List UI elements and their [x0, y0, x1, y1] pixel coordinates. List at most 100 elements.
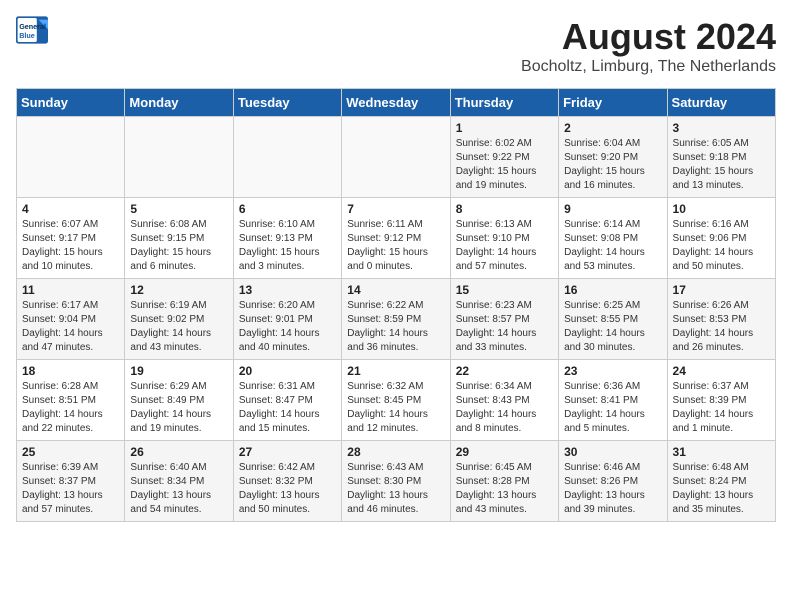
day-number: 13: [239, 283, 336, 297]
day-number: 26: [130, 445, 227, 459]
day-number: 27: [239, 445, 336, 459]
day-number: 18: [22, 364, 119, 378]
header-day-tuesday: Tuesday: [233, 89, 341, 117]
header-day-saturday: Saturday: [667, 89, 775, 117]
day-info: Sunrise: 6:14 AM Sunset: 9:08 PM Dayligh…: [564, 218, 661, 274]
day-number: 22: [456, 364, 553, 378]
day-info: Sunrise: 6:34 AM Sunset: 8:43 PM Dayligh…: [456, 380, 553, 436]
day-info: Sunrise: 6:42 AM Sunset: 8:32 PM Dayligh…: [239, 461, 336, 517]
calendar-cell: [17, 117, 125, 198]
calendar-cell: 18 Sunrise: 6:28 AM Sunset: 8:51 PM Dayli…: [17, 360, 125, 441]
day-info: Sunrise: 6:31 AM Sunset: 8:47 PM Dayligh…: [239, 380, 336, 436]
day-info: Sunrise: 6:29 AM Sunset: 8:49 PM Dayligh…: [130, 380, 227, 436]
calendar-cell: 20 Sunrise: 6:31 AM Sunset: 8:47 PM Dayli…: [233, 360, 341, 441]
calendar-cell: 21 Sunrise: 6:32 AM Sunset: 8:45 PM Dayli…: [342, 360, 450, 441]
calendar-cell: 9 Sunrise: 6:14 AM Sunset: 9:08 PM Daylig…: [559, 198, 667, 279]
day-number: 20: [239, 364, 336, 378]
calendar-cell: [233, 117, 341, 198]
day-number: 28: [347, 445, 444, 459]
svg-text:Blue: Blue: [19, 31, 35, 40]
day-info: Sunrise: 6:19 AM Sunset: 9:02 PM Dayligh…: [130, 299, 227, 355]
day-number: 14: [347, 283, 444, 297]
day-info: Sunrise: 6:40 AM Sunset: 8:34 PM Dayligh…: [130, 461, 227, 517]
calendar-cell: 8 Sunrise: 6:13 AM Sunset: 9:10 PM Daylig…: [450, 198, 558, 279]
day-info: Sunrise: 6:37 AM Sunset: 8:39 PM Dayligh…: [673, 380, 770, 436]
day-info: Sunrise: 6:43 AM Sunset: 8:30 PM Dayligh…: [347, 461, 444, 517]
logo: General Blue: [16, 16, 48, 44]
calendar-cell: 27 Sunrise: 6:42 AM Sunset: 8:32 PM Dayli…: [233, 441, 341, 522]
main-title: August 2024: [521, 16, 776, 58]
calendar-cell: 11 Sunrise: 6:17 AM Sunset: 9:04 PM Dayli…: [17, 279, 125, 360]
day-info: Sunrise: 6:10 AM Sunset: 9:13 PM Dayligh…: [239, 218, 336, 274]
calendar-cell: [342, 117, 450, 198]
day-number: 3: [673, 121, 770, 135]
calendar-cell: 17 Sunrise: 6:26 AM Sunset: 8:53 PM Dayli…: [667, 279, 775, 360]
header-day-sunday: Sunday: [17, 89, 125, 117]
calendar-cell: 2Sunrise: 6:04 AM Sunset: 9:20 PM Daylig…: [559, 117, 667, 198]
day-info: Sunrise: 6:20 AM Sunset: 9:01 PM Dayligh…: [239, 299, 336, 355]
day-number: 2: [564, 121, 661, 135]
day-info: Sunrise: 6:02 AM Sunset: 9:22 PM Dayligh…: [456, 137, 553, 193]
day-number: 9: [564, 202, 661, 216]
day-number: 12: [130, 283, 227, 297]
calendar-cell: 4Sunrise: 6:07 AM Sunset: 9:17 PM Daylig…: [17, 198, 125, 279]
calendar-cell: 26 Sunrise: 6:40 AM Sunset: 8:34 PM Dayli…: [125, 441, 233, 522]
day-info: Sunrise: 6:48 AM Sunset: 8:24 PM Dayligh…: [673, 461, 770, 517]
calendar-cell: 23 Sunrise: 6:36 AM Sunset: 8:41 PM Dayli…: [559, 360, 667, 441]
day-number: 17: [673, 283, 770, 297]
calendar-cell: 12 Sunrise: 6:19 AM Sunset: 9:02 PM Dayli…: [125, 279, 233, 360]
day-number: 5: [130, 202, 227, 216]
day-info: Sunrise: 6:36 AM Sunset: 8:41 PM Dayligh…: [564, 380, 661, 436]
calendar-cell: 19 Sunrise: 6:29 AM Sunset: 8:49 PM Dayli…: [125, 360, 233, 441]
day-number: 29: [456, 445, 553, 459]
header-day-monday: Monday: [125, 89, 233, 117]
calendar-cell: 24 Sunrise: 6:37 AM Sunset: 8:39 PM Dayli…: [667, 360, 775, 441]
day-number: 10: [673, 202, 770, 216]
calendar-cell: 25Sunrise: 6:39 AM Sunset: 8:37 PM Dayli…: [17, 441, 125, 522]
day-info: Sunrise: 6:22 AM Sunset: 8:59 PM Dayligh…: [347, 299, 444, 355]
day-number: 8: [456, 202, 553, 216]
title-block: August 2024 Bocholtz, Limburg, The Nethe…: [521, 16, 776, 76]
day-number: 31: [673, 445, 770, 459]
calendar-cell: 14 Sunrise: 6:22 AM Sunset: 8:59 PM Dayli…: [342, 279, 450, 360]
day-number: 16: [564, 283, 661, 297]
header-day-thursday: Thursday: [450, 89, 558, 117]
day-number: 1: [456, 121, 553, 135]
day-info: Sunrise: 6:05 AM Sunset: 9:18 PM Dayligh…: [673, 137, 770, 193]
day-number: 24: [673, 364, 770, 378]
header-day-wednesday: Wednesday: [342, 89, 450, 117]
calendar-cell: [125, 117, 233, 198]
day-info: Sunrise: 6:23 AM Sunset: 8:57 PM Dayligh…: [456, 299, 553, 355]
day-info: Sunrise: 6:07 AM Sunset: 9:17 PM Dayligh…: [22, 218, 119, 274]
day-info: Sunrise: 6:45 AM Sunset: 8:28 PM Dayligh…: [456, 461, 553, 517]
day-info: Sunrise: 6:08 AM Sunset: 9:15 PM Dayligh…: [130, 218, 227, 274]
day-info: Sunrise: 6:13 AM Sunset: 9:10 PM Dayligh…: [456, 218, 553, 274]
day-number: 23: [564, 364, 661, 378]
day-info: Sunrise: 6:26 AM Sunset: 8:53 PM Dayligh…: [673, 299, 770, 355]
day-number: 19: [130, 364, 227, 378]
calendar-cell: 28 Sunrise: 6:43 AM Sunset: 8:30 PM Dayli…: [342, 441, 450, 522]
calendar-cell: 6Sunrise: 6:10 AM Sunset: 9:13 PM Daylig…: [233, 198, 341, 279]
week-row-2: 4Sunrise: 6:07 AM Sunset: 9:17 PM Daylig…: [17, 198, 776, 279]
subtitle: Bocholtz, Limburg, The Netherlands: [521, 58, 776, 76]
svg-text:General: General: [19, 22, 46, 31]
calendar-cell: 30Sunrise: 6:46 AM Sunset: 8:26 PM Dayli…: [559, 441, 667, 522]
day-info: Sunrise: 6:17 AM Sunset: 9:04 PM Dayligh…: [22, 299, 119, 355]
week-row-5: 25Sunrise: 6:39 AM Sunset: 8:37 PM Dayli…: [17, 441, 776, 522]
day-info: Sunrise: 6:32 AM Sunset: 8:45 PM Dayligh…: [347, 380, 444, 436]
calendar-body: 1 Sunrise: 6:02 AM Sunset: 9:22 PM Daylig…: [17, 117, 776, 522]
day-info: Sunrise: 6:25 AM Sunset: 8:55 PM Dayligh…: [564, 299, 661, 355]
calendar-cell: 5 Sunrise: 6:08 AM Sunset: 9:15 PM Daylig…: [125, 198, 233, 279]
day-number: 11: [22, 283, 119, 297]
day-info: Sunrise: 6:39 AM Sunset: 8:37 PM Dayligh…: [22, 461, 119, 517]
day-number: 21: [347, 364, 444, 378]
page-header: General Blue August 2024 Bocholtz, Limbu…: [16, 16, 776, 76]
calendar-cell: 16 Sunrise: 6:25 AM Sunset: 8:55 PM Dayli…: [559, 279, 667, 360]
calendar-cell: 1 Sunrise: 6:02 AM Sunset: 9:22 PM Daylig…: [450, 117, 558, 198]
day-info: Sunrise: 6:28 AM Sunset: 8:51 PM Dayligh…: [22, 380, 119, 436]
day-number: 7: [347, 202, 444, 216]
calendar-cell: 29 Sunrise: 6:45 AM Sunset: 8:28 PM Dayli…: [450, 441, 558, 522]
day-number: 15: [456, 283, 553, 297]
logo-icon: General Blue: [16, 16, 48, 44]
day-info: Sunrise: 6:11 AM Sunset: 9:12 PM Dayligh…: [347, 218, 444, 274]
